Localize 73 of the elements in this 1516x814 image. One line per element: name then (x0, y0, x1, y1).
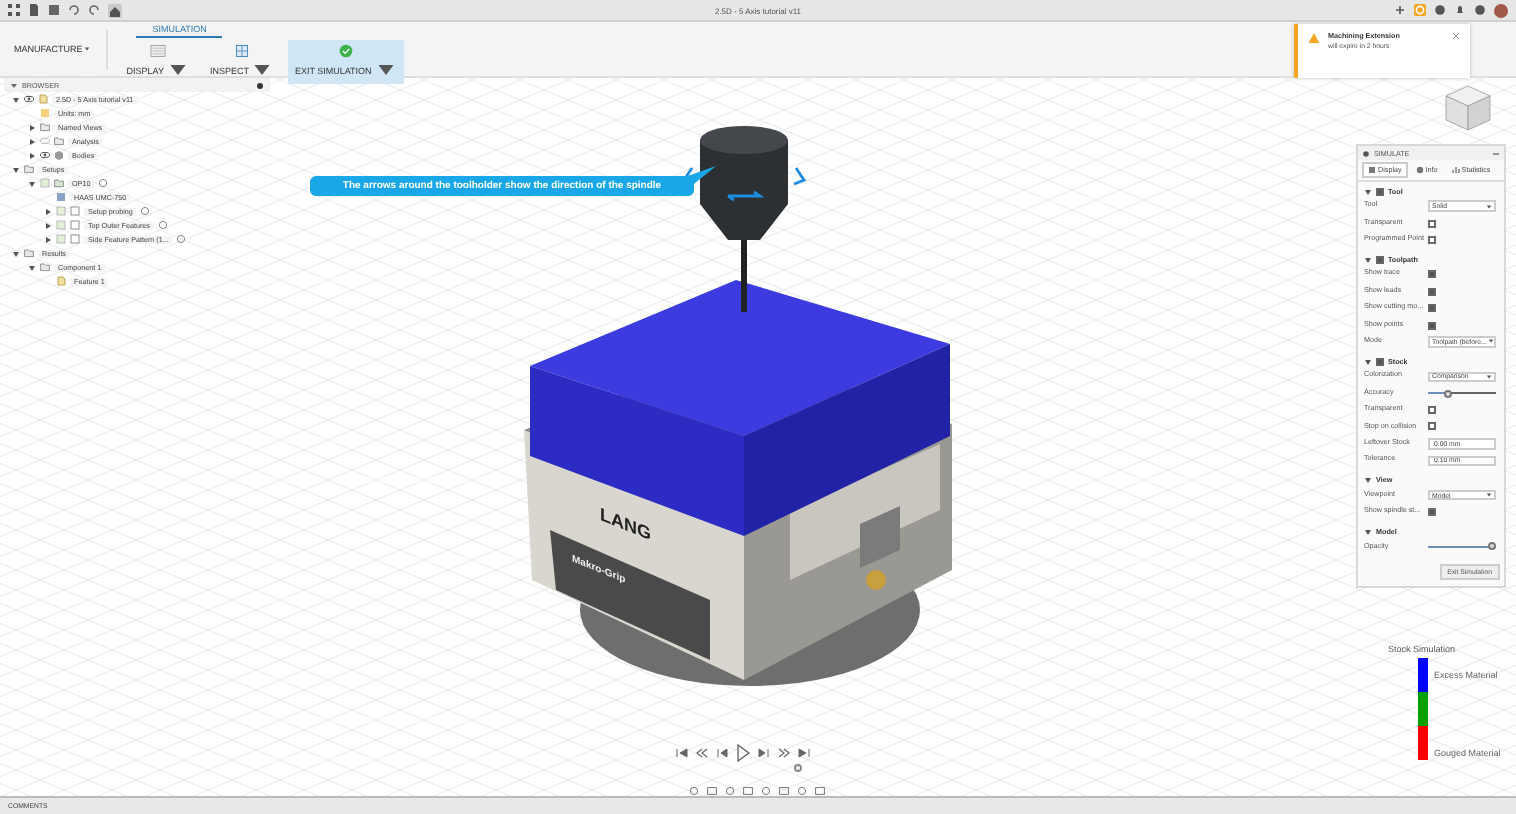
next-icon[interactable] (778, 748, 790, 758)
expand-arrow-icon[interactable] (44, 207, 52, 215)
document-icon (56, 276, 66, 286)
expand-arrow-icon[interactable] (44, 235, 52, 243)
expand-arrow-icon[interactable] (12, 249, 20, 257)
checkbox[interactable] (1428, 422, 1436, 431)
timeline-handle[interactable] (794, 764, 802, 772)
checkbox[interactable] (1428, 219, 1436, 228)
component-icon (54, 150, 64, 160)
slider-thumb[interactable] (1444, 389, 1453, 398)
eye-icon[interactable] (40, 150, 50, 160)
expand-arrow-icon[interactable] (28, 179, 36, 187)
checkbox[interactable] (1428, 508, 1436, 517)
pin-icon[interactable] (256, 81, 264, 89)
warning-icon (1308, 32, 1320, 44)
step-forward-icon[interactable] (758, 748, 770, 758)
checkbox[interactable] (1428, 235, 1436, 244)
caret-icon (84, 46, 91, 52)
setup-icon (54, 178, 64, 188)
expand-arrow-icon[interactable] (1364, 255, 1372, 264)
checkbox-icon[interactable] (56, 234, 66, 244)
checkbox[interactable] (1428, 406, 1436, 415)
plus-icon[interactable] (1394, 4, 1406, 16)
home-button[interactable] (108, 3, 122, 17)
expand-arrow-icon[interactable] (12, 165, 20, 173)
checkbox-icon[interactable] (56, 206, 66, 216)
slider-thumb[interactable] (1488, 542, 1497, 551)
checkbox[interactable] (1428, 287, 1436, 296)
expand-arrow-icon[interactable] (44, 221, 52, 229)
skip-end-icon[interactable] (798, 748, 810, 758)
expand-arrow-icon[interactable] (1364, 527, 1372, 536)
skip-start-icon[interactable] (676, 748, 688, 758)
grid-menu-icon[interactable] (8, 4, 20, 16)
expand-arrow-icon[interactable] (1364, 357, 1372, 366)
redo-icon[interactable] (88, 4, 100, 16)
close-icon[interactable] (1452, 32, 1460, 40)
expand-arrow-icon[interactable] (28, 137, 36, 145)
expand-arrow-icon[interactable] (1364, 475, 1372, 484)
chart-icon (1451, 166, 1460, 174)
bell-icon[interactable] (1454, 4, 1466, 16)
play-icon (736, 744, 750, 762)
caret-icon (1486, 203, 1492, 210)
logo-text: LANG (600, 503, 651, 545)
collapse-icon[interactable] (1492, 149, 1500, 157)
checkbox[interactable] (1376, 187, 1384, 195)
expand-arrow-icon[interactable] (1364, 187, 1372, 195)
checkbox[interactable] (1376, 357, 1384, 366)
undo-icon[interactable] (68, 4, 80, 16)
avatar[interactable] (1494, 3, 1508, 17)
step-back-icon[interactable] (716, 748, 728, 758)
checkbox[interactable] (1376, 255, 1384, 264)
previous-icon[interactable] (696, 748, 708, 758)
folder-icon (24, 164, 34, 174)
units-icon (40, 108, 50, 118)
expand-arrow-icon[interactable] (28, 263, 36, 271)
machine-icon (56, 192, 66, 202)
caret-icon (1486, 373, 1492, 380)
expand-arrow-icon[interactable] (28, 123, 36, 131)
checkbox-icon[interactable] (56, 220, 66, 230)
play-button[interactable] (736, 744, 750, 762)
file-icon[interactable] (28, 4, 40, 16)
status-icon (98, 178, 109, 188)
caret-icon (373, 60, 398, 80)
caret-icon (1488, 338, 1495, 345)
expand-arrow-icon[interactable] (12, 95, 20, 103)
checkbox[interactable] (1428, 321, 1436, 330)
checkbox[interactable] (1428, 270, 1436, 279)
checkbox-icon[interactable] (40, 178, 50, 188)
expand-arrow-icon[interactable] (28, 151, 36, 159)
checkbox[interactable] (1428, 304, 1436, 313)
eye-icon[interactable] (24, 94, 34, 104)
caret-icon (1486, 492, 1492, 499)
save-icon[interactable] (48, 4, 60, 16)
